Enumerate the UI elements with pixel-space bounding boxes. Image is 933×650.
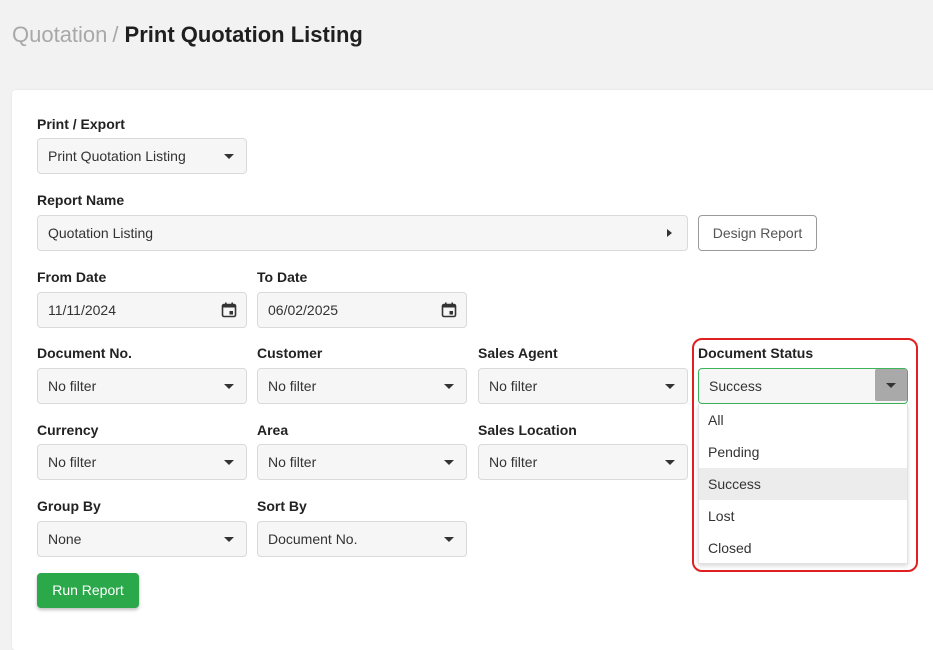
document-no-label: Document No. [37,345,132,361]
run-report-button[interactable]: Run Report [37,573,139,608]
document-status-label: Document Status [698,345,814,361]
document-status-select[interactable]: Success [698,368,908,404]
currency-select[interactable]: No filter [37,444,247,480]
sales-location-label: Sales Location [478,422,577,438]
breadcrumb-separator: / [112,22,119,47]
sort-by-value: Document No. [268,531,358,547]
sort-by-label: Sort By [257,498,307,514]
to-date-input[interactable]: 06/02/2025 [257,292,467,328]
currency-value: No filter [48,454,97,470]
print-export-value: Print Quotation Listing [48,148,186,164]
dropdown-toggle-button[interactable] [875,369,907,401]
document-status-value: Success [709,378,762,394]
design-report-button[interactable]: Design Report [698,215,817,251]
chevron-down-icon [665,460,675,465]
report-name-select[interactable]: Quotation Listing [37,215,688,251]
to-date-value: 06/02/2025 [268,302,339,318]
group-by-value: None [48,531,82,547]
chevron-down-icon [444,384,454,389]
group-by-select[interactable]: None [37,521,247,557]
customer-label: Customer [257,345,323,361]
status-option-pending[interactable]: Pending [699,436,907,468]
sales-agent-value: No filter [489,378,538,394]
chevron-right-icon [667,229,672,237]
sales-location-value: No filter [489,454,538,470]
document-no-value: No filter [48,378,97,394]
from-date-value: 11/11/2024 [48,302,116,318]
status-option-all[interactable]: All [699,404,907,436]
option-label: All [708,412,724,428]
report-name-label: Report Name [37,192,125,208]
chevron-down-icon [224,154,234,159]
chevron-down-icon [886,383,896,388]
from-date-label: From Date [37,269,107,285]
report-name-value: Quotation Listing [48,225,154,241]
to-date-label: To Date [257,269,308,285]
area-select[interactable]: No filter [257,444,467,480]
chevron-down-icon [224,460,234,465]
print-export-label: Print / Export [37,116,125,132]
customer-value: No filter [268,378,317,394]
area-value: No filter [268,454,317,470]
sort-by-select[interactable]: Document No. [257,521,467,557]
document-status-dropdown: All Pending Success Lost Closed [698,404,908,564]
from-date-input[interactable]: 11/11/2024 [37,292,247,328]
chevron-down-icon [444,537,454,542]
option-label: Pending [708,444,760,460]
chevron-down-icon [665,384,675,389]
status-option-closed[interactable]: Closed [699,532,907,564]
chevron-down-icon [224,384,234,389]
option-label: Closed [708,540,752,556]
chevron-down-icon [444,460,454,465]
group-by-label: Group By [37,498,101,514]
calendar-icon[interactable] [221,302,237,318]
sales-location-select[interactable]: No filter [478,444,688,480]
customer-select[interactable]: No filter [257,368,467,404]
breadcrumb: Quotation / Print Quotation Listing [12,22,363,48]
breadcrumb-parent[interactable]: Quotation [12,22,107,47]
sales-agent-select[interactable]: No filter [478,368,688,404]
area-label: Area [257,422,289,438]
currency-label: Currency [37,422,99,438]
sales-agent-label: Sales Agent [478,345,558,361]
option-label: Success [708,476,761,492]
option-label: Lost [708,508,735,524]
chevron-down-icon [224,537,234,542]
print-export-select[interactable]: Print Quotation Listing [37,138,247,174]
calendar-icon[interactable] [441,302,457,318]
status-option-lost[interactable]: Lost [699,500,907,532]
page-title: Print Quotation Listing [124,22,363,47]
document-no-select[interactable]: No filter [37,368,247,404]
status-option-success[interactable]: Success [699,468,907,500]
